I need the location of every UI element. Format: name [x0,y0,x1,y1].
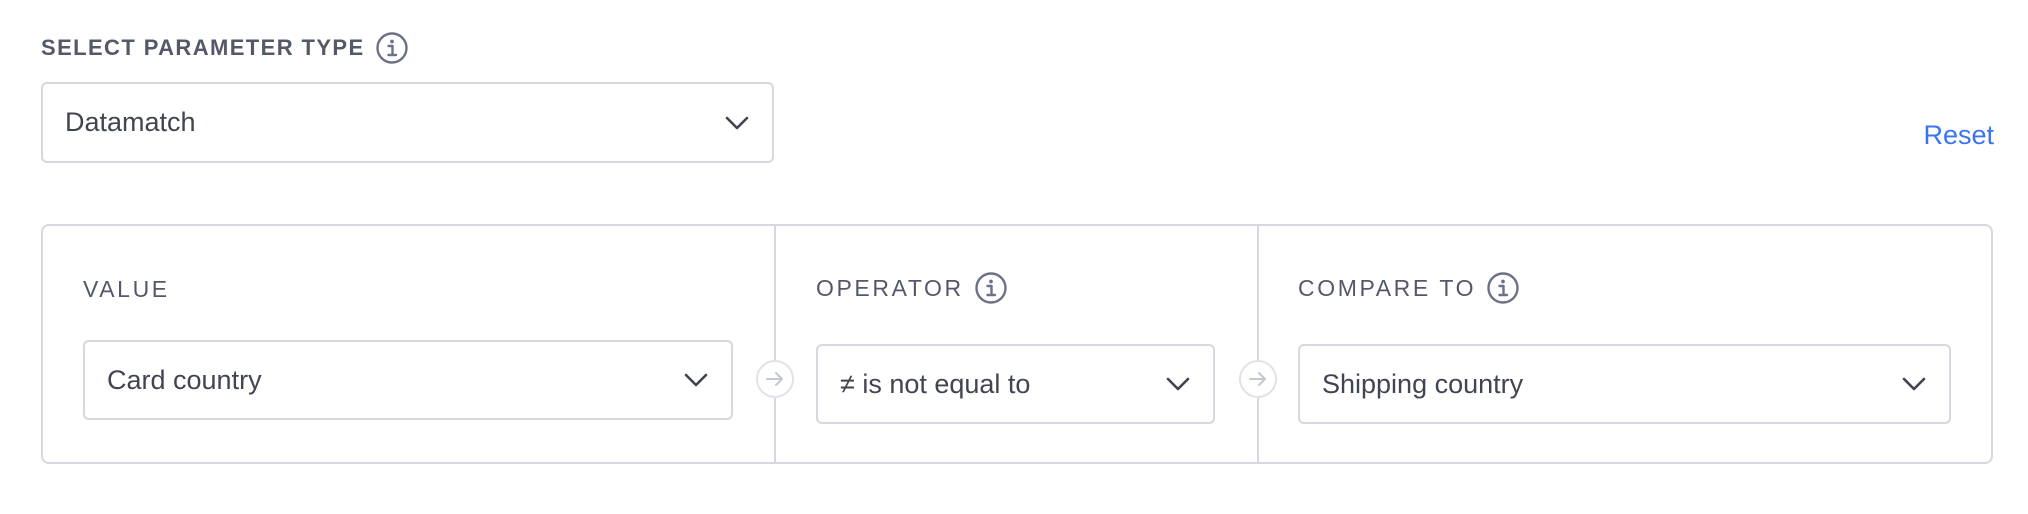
reset-link[interactable]: Reset [1923,120,1994,151]
value-label: VALUE [83,275,170,302]
info-icon[interactable] [974,271,1008,305]
arrow-right-icon [1239,360,1277,398]
value-selected: Card country [107,364,262,395]
info-icon[interactable] [1486,271,1520,305]
chevron-down-icon [1901,371,1927,397]
operator-header: OPERATOR [816,270,1008,306]
operator-label: OPERATOR [816,274,964,301]
operator-select[interactable]: ≠ is not equal to [816,344,1215,424]
chevron-down-icon [724,110,750,136]
arrow-right-icon [756,360,794,398]
column-divider [1257,226,1259,462]
chevron-down-icon [683,367,709,393]
compare-to-label: COMPARE TO [1298,274,1477,301]
value-select[interactable]: Card country [83,340,733,420]
compare-to-header: COMPARE TO [1298,270,1520,306]
chevron-down-icon [1165,371,1191,397]
parameter-type-select[interactable]: Datamatch [41,82,774,163]
column-divider [774,226,776,462]
compare-to-selected: Shipping country [1322,368,1524,399]
compare-to-select[interactable]: Shipping country [1298,344,1951,424]
info-icon[interactable] [375,31,409,65]
condition-panel: VALUE Card country OPERATOR ≠ is not equ… [41,224,1993,464]
parameter-type-header: SELECT PARAMETER TYPE [41,30,409,66]
parameter-type-label: SELECT PARAMETER TYPE [41,35,365,60]
operator-selected: ≠ is not equal to [840,368,1031,399]
value-header: VALUE [83,272,170,306]
parameter-type-value: Datamatch [65,107,196,137]
